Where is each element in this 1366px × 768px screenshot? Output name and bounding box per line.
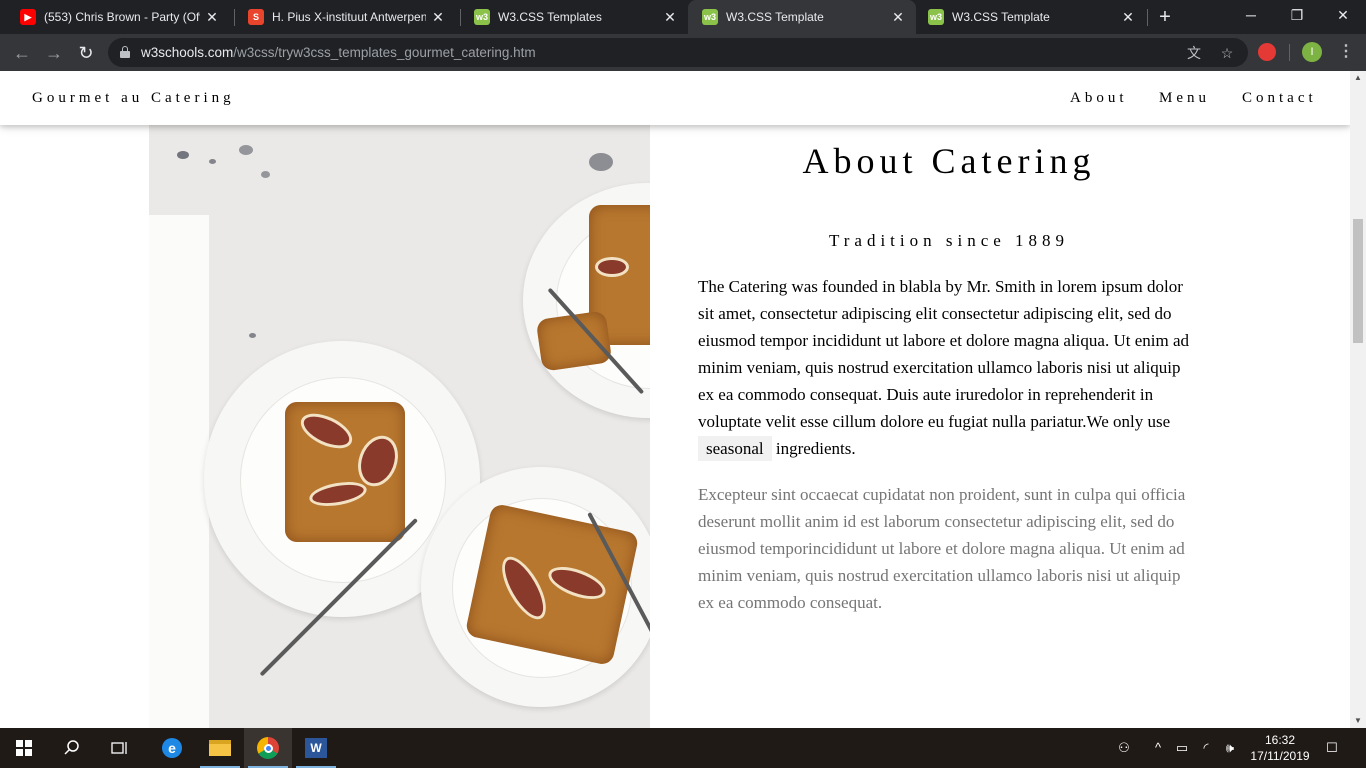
notifications-icon[interactable]: ☐ <box>1322 738 1342 758</box>
back-icon[interactable]: ← <box>9 40 35 66</box>
nav-about-link[interactable]: About <box>1070 90 1128 107</box>
wifi-icon[interactable]: ◜ <box>1196 738 1216 758</box>
nav-menu-link[interactable]: Menu <box>1159 90 1210 107</box>
smartschool-icon: S <box>248 9 264 25</box>
close-window-button[interactable]: ✕ <box>1320 0 1366 34</box>
volume-icon[interactable]: 🕪 <box>1220 738 1240 758</box>
tab-w3css-template-active[interactable]: w3 W3.CSS Template ✕ <box>688 0 916 34</box>
youtube-icon: ▶ <box>20 9 36 25</box>
nav-contact-link[interactable]: Contact <box>1242 90 1317 107</box>
tab-title: H. Pius X-instituut Antwerpen <box>272 10 426 24</box>
extension-adblock-icon[interactable] <box>1258 43 1276 61</box>
tab-title: W3.CSS Templates <box>498 10 602 24</box>
profile-avatar[interactable]: I <box>1302 42 1322 62</box>
show-hidden-icons-chevron[interactable]: ^ <box>1148 738 1168 758</box>
minimize-button[interactable]: ─ <box>1228 0 1274 34</box>
tab-w3css-template[interactable]: w3 W3.CSS Template ✕ <box>916 0 1146 34</box>
w3schools-icon: w3 <box>928 9 944 25</box>
address-bar[interactable]: w3schools.com/w3css/tryw3css_templates_g… <box>108 38 1248 67</box>
scroll-up-icon[interactable]: ▲ <box>1350 71 1366 85</box>
close-tab-icon[interactable]: ✕ <box>426 9 450 26</box>
search-icon[interactable] <box>48 728 96 768</box>
tab-youtube[interactable]: ▶ (553) Chris Brown - Party (Offic ✕ <box>0 0 230 34</box>
bookmark-star-icon[interactable]: ☆ <box>1218 44 1236 62</box>
restore-button[interactable]: ❐ <box>1274 0 1320 34</box>
catering-food-image <box>149 125 650 728</box>
w3schools-icon: w3 <box>474 9 490 25</box>
site-brand-link[interactable]: Gourmet au Catering <box>32 90 235 107</box>
url-text: w3schools.com/w3css/tryw3css_templates_g… <box>141 45 536 60</box>
about-paragraph: The Catering was founded in blabla by Mr… <box>698 273 1192 462</box>
close-tab-icon[interactable]: ✕ <box>1116 9 1140 26</box>
reload-icon[interactable]: ↻ <box>73 40 99 66</box>
forward-icon[interactable]: → <box>41 40 67 66</box>
tradition-subheading: Tradition since 1889 <box>828 231 1070 250</box>
page-scrollbar[interactable]: ▲ ▼ <box>1350 71 1366 728</box>
clock-time: 16:32 <box>1264 733 1296 747</box>
clock-date: 17/11/2019 <box>1250 749 1310 763</box>
file-explorer-icon[interactable] <box>196 728 244 768</box>
chrome-menu-icon[interactable]: ⋮ <box>1336 41 1356 63</box>
tab-pius[interactable]: S H. Pius X-instituut Antwerpen ✕ <box>228 0 456 34</box>
tab-strip: ▶ (553) Chris Brown - Party (Offic ✕ S H… <box>0 0 1366 34</box>
about-heading: About Catering <box>802 141 1096 181</box>
windows-taskbar: e W ⚇ ^ ▭ ◜ 🕪 16:32 17/11/2019 ☐ <box>0 728 1366 768</box>
start-icon[interactable] <box>0 728 48 768</box>
people-icon[interactable]: ⚇ <box>1114 738 1134 758</box>
scroll-down-icon[interactable]: ▼ <box>1350 714 1366 728</box>
web-page: Gourmet au Catering About Menu Contact A… <box>0 71 1350 728</box>
lock-icon <box>120 46 130 58</box>
close-tab-icon[interactable]: ✕ <box>200 9 224 26</box>
tab-w3css-templates[interactable]: w3 W3.CSS Templates ✕ <box>454 0 688 34</box>
browser-toolbar: ← → ↻ w3schools.com/w3css/tryw3css_templ… <box>0 34 1366 71</box>
task-view-icon[interactable] <box>96 728 144 768</box>
tab-title: (553) Chris Brown - Party (Offic <box>44 10 200 24</box>
tab-title: W3.CSS Template <box>952 10 1050 24</box>
tab-title: W3.CSS Template <box>726 10 824 24</box>
chrome-icon[interactable] <box>244 728 292 768</box>
about-paragraph-grey: Excepteur sint occaecat cupidatat non pr… <box>698 485 1186 612</box>
edge-icon[interactable]: e <box>148 728 196 768</box>
close-tab-icon[interactable]: ✕ <box>658 9 682 26</box>
new-tab-button[interactable]: + <box>1152 4 1178 30</box>
taskbar-clock[interactable]: 16:32 17/11/2019 <box>1240 732 1320 764</box>
close-tab-icon[interactable]: ✕ <box>886 9 910 26</box>
scroll-thumb[interactable] <box>1353 219 1363 343</box>
word-icon[interactable]: W <box>292 728 340 768</box>
battery-icon[interactable]: ▭ <box>1172 738 1192 758</box>
w3schools-icon: w3 <box>702 9 718 25</box>
top-navbar: Gourmet au Catering About Menu Contact <box>0 71 1350 125</box>
seasonal-tag: seasonal <box>698 436 772 461</box>
translate-icon[interactable]: 文 <box>1185 44 1203 62</box>
